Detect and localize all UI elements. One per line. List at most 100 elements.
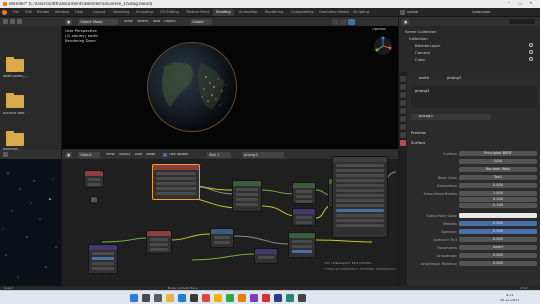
tab-shading[interactable]: Shading: [213, 9, 234, 16]
navigation-gizmo[interactable]: [372, 35, 394, 57]
material-slot-item[interactable]: phong3: [415, 89, 429, 93]
subsurface-method-field[interactable]: Random Walk: [459, 167, 537, 172]
specular-tint-field[interactable]: 0.000: [459, 237, 537, 242]
search-icon[interactable]: [142, 294, 150, 302]
visibility-eye-icon[interactable]: [529, 43, 533, 47]
shading-material-icon[interactable]: [340, 18, 347, 25]
hue-saturation-node[interactable]: [288, 232, 316, 258]
editor-type-button[interactable]: ▣: [65, 18, 73, 25]
options-dropdown[interactable]: Options: [372, 28, 386, 32]
store-icon[interactable]: [190, 294, 198, 302]
folder-icon[interactable]: [6, 57, 24, 72]
back-icon[interactable]: [3, 19, 8, 24]
subsurface-radius-x-field[interactable]: 1.000: [459, 191, 537, 196]
subsurface-field[interactable]: 0.000: [459, 183, 537, 188]
world-tab-icon[interactable]: [400, 108, 406, 114]
app-icon[interactable]: [226, 294, 234, 302]
tab-geometry-nodes[interactable]: Geometry Nodes: [316, 9, 352, 16]
scene-name[interactable]: Scene: [407, 11, 418, 15]
material-slot-list[interactable]: phong3: [411, 86, 537, 108]
outliner-scene-collection[interactable]: Scene Collection: [405, 29, 437, 34]
edge-icon[interactable]: [178, 294, 186, 302]
close-icon[interactable]: ✕: [529, 2, 533, 7]
app-icon[interactable]: [298, 294, 306, 302]
material-tab-icon[interactable]: [400, 140, 406, 146]
scene-tab-icon[interactable]: [400, 100, 406, 106]
node-context-menu[interactable]: [332, 156, 388, 238]
blender-menu-icon[interactable]: [2, 10, 7, 15]
app-icon[interactable]: [286, 294, 294, 302]
tab-compositing[interactable]: Compositing: [288, 9, 317, 16]
image-icon[interactable]: [3, 152, 8, 157]
color-ramp-node[interactable]: [232, 180, 262, 212]
surface-shader-field[interactable]: Principled BSDF: [459, 151, 537, 156]
adobe-icon[interactable]: [262, 294, 270, 302]
app-icon[interactable]: [274, 294, 282, 302]
mapping-node[interactable]: [88, 244, 118, 274]
visibility-eye-icon[interactable]: [529, 50, 533, 54]
tool-tab-icon[interactable]: [400, 76, 406, 82]
menu-render[interactable]: Render: [34, 9, 53, 16]
windows-start-icon[interactable]: [130, 294, 138, 302]
distribution-field[interactable]: GGX: [459, 159, 537, 164]
view-layer-name[interactable]: ViewLayer: [472, 11, 491, 15]
viewport-menu-select[interactable]: Select: [137, 20, 148, 24]
output-tab-icon[interactable]: [400, 92, 406, 98]
mix-rgb-node[interactable]: [292, 182, 316, 204]
outliner-item-collection[interactable]: Collection: [409, 36, 428, 41]
tab-rendering[interactable]: Rendering: [262, 9, 286, 16]
blender-taskbar-icon[interactable]: [238, 294, 246, 302]
outliner-item-cube[interactable]: Cube: [415, 57, 425, 62]
tab-layout[interactable]: Layout: [90, 9, 108, 16]
subsurface-radius-y-field[interactable]: 0.200: [459, 197, 537, 202]
section-surface[interactable]: Surface: [411, 140, 425, 145]
viewport-menu-view[interactable]: View: [124, 20, 133, 24]
minimize-icon[interactable]: –: [508, 2, 510, 7]
scene-icon[interactable]: [400, 10, 405, 15]
task-view-icon[interactable]: [154, 294, 162, 302]
subsurface-radius-z-field[interactable]: 0.100: [459, 203, 537, 208]
tab-texture-paint[interactable]: Texture Paint: [183, 9, 212, 16]
viewport-menu-add[interactable]: Add: [153, 20, 160, 24]
app-icon[interactable]: [250, 294, 258, 302]
shading-rendered-icon[interactable]: [348, 18, 355, 25]
physics-tab-icon[interactable]: [400, 132, 406, 138]
editor-type-button[interactable]: ▣: [402, 18, 410, 25]
taskbar-time[interactable]: 4:11: [506, 294, 514, 297]
specular-field[interactable]: 0.500: [459, 229, 537, 234]
texture-coordinate-node[interactable]: [84, 170, 104, 188]
shading-solid-icon[interactable]: [332, 18, 339, 25]
anisotropic-rotation-field[interactable]: 0.000: [459, 261, 537, 266]
material-datablock[interactable]: phong3: [411, 114, 491, 120]
mode-dropdown[interactable]: Object Mode: [78, 18, 118, 25]
section-preview[interactable]: Preview: [411, 130, 426, 135]
3d-viewport[interactable]: ▣ Object Mode View Select Add Object Glo…: [62, 17, 398, 150]
outliner[interactable]: ▣ Scene Collection Collection BlenderLay…: [398, 17, 540, 72]
frame-node[interactable]: [90, 196, 98, 204]
taskbar-date[interactable]: 30.12.2021: [500, 299, 519, 302]
maximize-icon[interactable]: □: [518, 2, 522, 7]
subsurface-color-field[interactable]: [459, 213, 537, 218]
tab-scripting[interactable]: Scripting: [350, 9, 372, 16]
bump-node[interactable]: [292, 208, 316, 226]
outliner-item-camera[interactable]: Camera: [415, 50, 430, 55]
image-texture-node[interactable]: [152, 164, 200, 200]
render-tab-icon[interactable]: [400, 84, 406, 90]
parent-folder-icon[interactable]: [17, 19, 22, 24]
menu-file[interactable]: File: [10, 9, 22, 16]
orientation-dropdown[interactable]: Global: [190, 18, 212, 25]
folder-icon[interactable]: [6, 131, 24, 146]
metallic-field[interactable]: 0.000: [459, 221, 537, 226]
viewport-menu-object[interactable]: Object: [164, 20, 176, 24]
outliner-item-blenderlayer[interactable]: BlenderLayer: [415, 43, 440, 48]
image-editor[interactable]: [0, 150, 62, 286]
shader-node-editor[interactable]: ▣ Object View Select Add Node Use Nodes …: [62, 150, 398, 286]
tab-modeling[interactable]: Modeling: [110, 9, 132, 16]
menu-help[interactable]: Help: [72, 9, 86, 16]
tab-uv-editing[interactable]: UV Editing: [157, 9, 182, 16]
properties-editor[interactable]: earth phong3 phong3 phong3 Preview Surfa…: [398, 72, 540, 286]
menu-window[interactable]: Window: [52, 9, 72, 16]
tab-animation[interactable]: Animation: [236, 9, 260, 16]
anisotropic-field[interactable]: 0.000: [459, 253, 537, 258]
app-icon[interactable]: [202, 294, 210, 302]
